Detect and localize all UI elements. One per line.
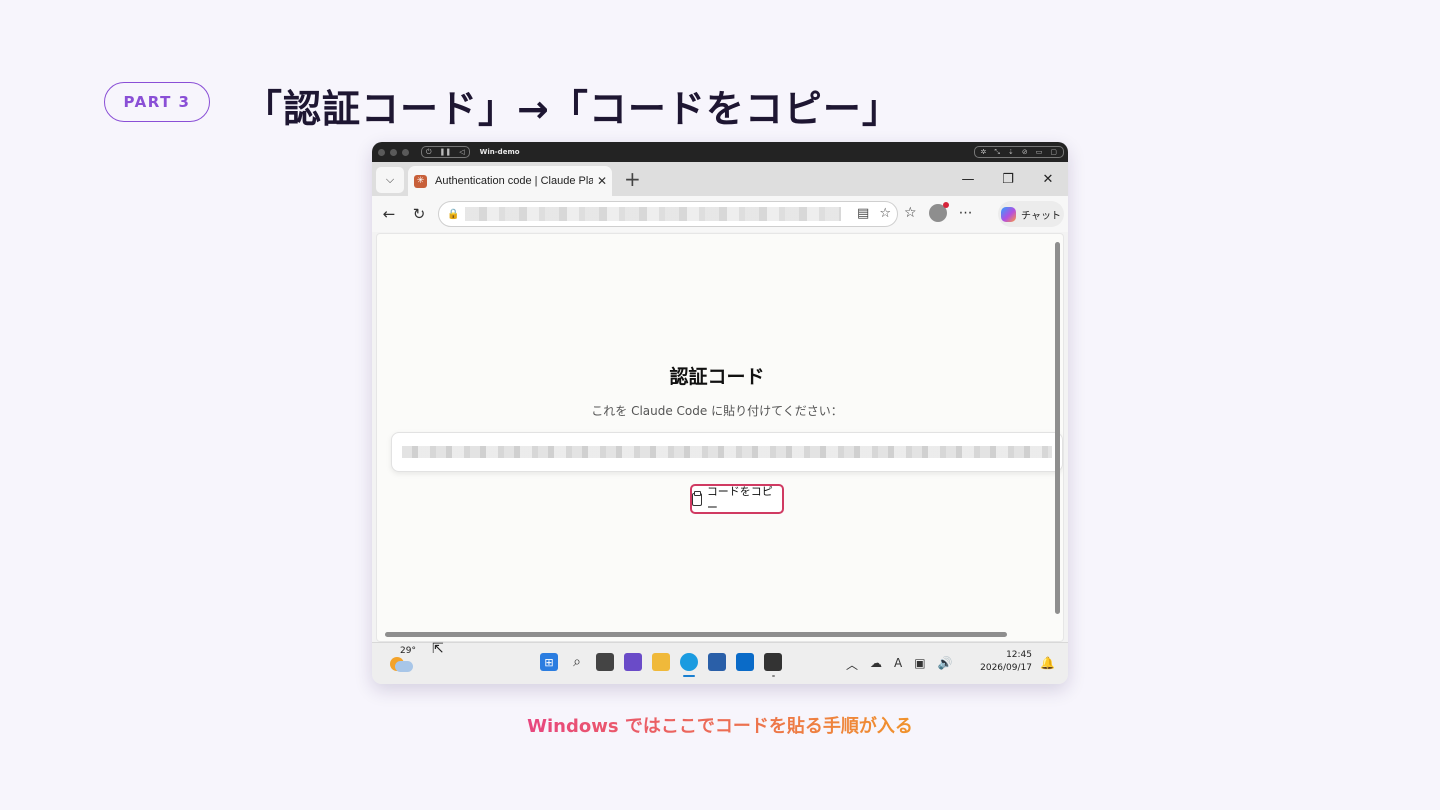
vertical-scrollbar[interactable]	[1055, 242, 1060, 614]
close-window-button[interactable]: ✕	[1028, 162, 1068, 196]
tab-close-icon[interactable]: ✕	[597, 174, 607, 188]
address-bar-actions: ▤ ☆	[857, 206, 891, 221]
clock-date: 2026/09/17	[980, 663, 1032, 673]
start-windows-icon[interactable]: ⊞	[540, 653, 558, 671]
vm-window-name: Win-demo	[479, 148, 520, 156]
loading-icon[interactable]: ✲	[981, 148, 987, 156]
usb-icon[interactable]: ⇣	[1008, 148, 1014, 156]
copilot-label: チャット	[1021, 210, 1061, 222]
blurred-url	[465, 207, 842, 221]
page-instruction: これを Claude Code に貼り付けてください：	[591, 404, 843, 418]
input-method-icon[interactable]: A	[894, 656, 902, 673]
outlook-icon[interactable]	[736, 653, 754, 671]
tab-title: Authentication code | Claude Platform	[435, 175, 593, 187]
notification-bell-icon[interactable]: 🔔	[1040, 656, 1055, 670]
tab-authentication-code[interactable]: ✳ Authentication code | Claude Platform …	[408, 166, 612, 196]
page-heading: 認証コード	[669, 366, 765, 388]
chevron-down-icon: ⌵	[385, 173, 395, 186]
address-bar[interactable]: 🔒 ▤ ☆	[438, 201, 898, 227]
part-badge: PART 3	[104, 82, 210, 122]
window-traffic-lights[interactable]	[378, 148, 409, 156]
toolbar-icons: ☆ ⋯	[904, 202, 973, 222]
minimize-button[interactable]: —	[948, 162, 988, 196]
refresh-icon[interactable]: ↻	[404, 205, 434, 223]
resize-icon[interactable]: ⤡	[994, 148, 1000, 157]
horizontal-scrollbar[interactable]	[385, 632, 1007, 637]
cloud-offline-icon[interactable]: ☁	[870, 656, 882, 673]
back-arrow-icon[interactable]: ←	[374, 205, 404, 223]
tab-list-button[interactable]: ⌵	[376, 167, 404, 193]
minimize-dot-icon[interactable]	[390, 148, 397, 156]
lock-icon[interactable]: 🔒	[447, 209, 459, 220]
close-dot-icon[interactable]	[378, 148, 385, 156]
network-icon[interactable]: ▣	[914, 656, 925, 673]
edge-browser-icon[interactable]	[680, 653, 698, 677]
power-icon[interactable]: ⏻	[426, 148, 432, 157]
task-view-icon[interactable]	[596, 653, 614, 671]
vm-toolbar[interactable]: ✲ ⤡ ⇣ ⊘ ▭ ▢	[973, 146, 1064, 158]
weather-widget[interactable]: 29°	[390, 646, 416, 675]
zoom-dot-icon[interactable]	[402, 148, 409, 156]
auth-code-box[interactable]	[391, 432, 1063, 472]
clock-time: 12:45	[1006, 650, 1032, 660]
slide-title: 「認証コード」→「コードをコピー」	[244, 87, 901, 131]
copilot-chat-button[interactable]: チャット	[998, 201, 1064, 227]
claude-favicon-icon: ✳	[414, 174, 427, 188]
copy-code-label: コードをコピー	[706, 485, 773, 514]
chevron-up-icon[interactable]: ︿	[846, 656, 858, 673]
favorite-star-icon[interactable]: ☆	[879, 206, 891, 221]
copy-code-button[interactable]: コードをコピー	[690, 484, 784, 514]
restore-button[interactable]: ❐	[988, 162, 1028, 196]
taskbar-apps: ⊞ ⌕	[540, 653, 782, 677]
block-icon[interactable]: ⊘	[1022, 148, 1028, 156]
store-icon[interactable]	[708, 653, 726, 671]
volume-icon[interactable]: 🔊	[938, 656, 953, 673]
browser-toolbar: ← ↻ 🔒 ▤ ☆ ☆ ⋯ チャット	[372, 196, 1068, 232]
taskbar-clock[interactable]: 12:45 2026/09/17	[972, 649, 1032, 675]
back-icon[interactable]: ◁	[459, 148, 464, 156]
folder-icon[interactable]: ▭	[1036, 148, 1043, 156]
new-tab-button[interactable]: +	[624, 169, 641, 189]
pause-icon[interactable]: ❚❚	[440, 148, 452, 156]
slide-caption-text: Windows ではここでコードを貼る手順が入る	[527, 716, 913, 737]
copilot-icon	[1001, 206, 1017, 222]
window-controls: — ❐ ✕	[948, 162, 1068, 196]
page-viewport: 認証コード これを Claude Code に貼り付けてください： コードをコピ…	[376, 233, 1064, 642]
vm-power-controls[interactable]: ⏻ ❚❚ ◁	[421, 146, 470, 158]
file-explorer-icon[interactable]	[652, 653, 670, 671]
system-tray: ︿ ☁ A ▣ 🔊	[846, 656, 953, 673]
clipboard-icon	[692, 490, 702, 506]
search-icon[interactable]: ⌕	[568, 653, 586, 671]
reader-mode-icon[interactable]: ▤	[857, 206, 869, 221]
mouse-cursor-icon: ⇱	[432, 641, 444, 657]
vm-titlebar: ⏻ ❚❚ ◁ Win-demo ✲ ⤡ ⇣ ⊘ ▭ ▢	[372, 142, 1068, 162]
blurred-auth-code	[402, 446, 1052, 458]
slide-caption: Windows ではここでコードを貼る手順が入る	[0, 712, 1440, 738]
window-icon[interactable]: ▢	[1050, 148, 1057, 156]
terminal-icon[interactable]	[764, 653, 782, 677]
widgets-icon[interactable]	[624, 653, 642, 671]
vm-window: ⏻ ❚❚ ◁ Win-demo ✲ ⤡ ⇣ ⊘ ▭ ▢ ⌵ ✳ Authenti…	[372, 142, 1068, 684]
browser-tabbar: ⌵ ✳ Authentication code | Claude Platfor…	[372, 162, 1068, 196]
profile-avatar[interactable]	[928, 202, 949, 222]
favorites-list-icon[interactable]: ☆	[904, 205, 917, 221]
cloud-icon	[395, 661, 413, 672]
temperature: 29°	[400, 646, 416, 656]
more-menu-icon[interactable]: ⋯	[959, 205, 973, 221]
windows-taskbar: 29° ⇱ ⊞ ⌕ ︿ ☁ A ▣ 🔊 12:45 2026/09/17 🔔	[372, 641, 1068, 684]
